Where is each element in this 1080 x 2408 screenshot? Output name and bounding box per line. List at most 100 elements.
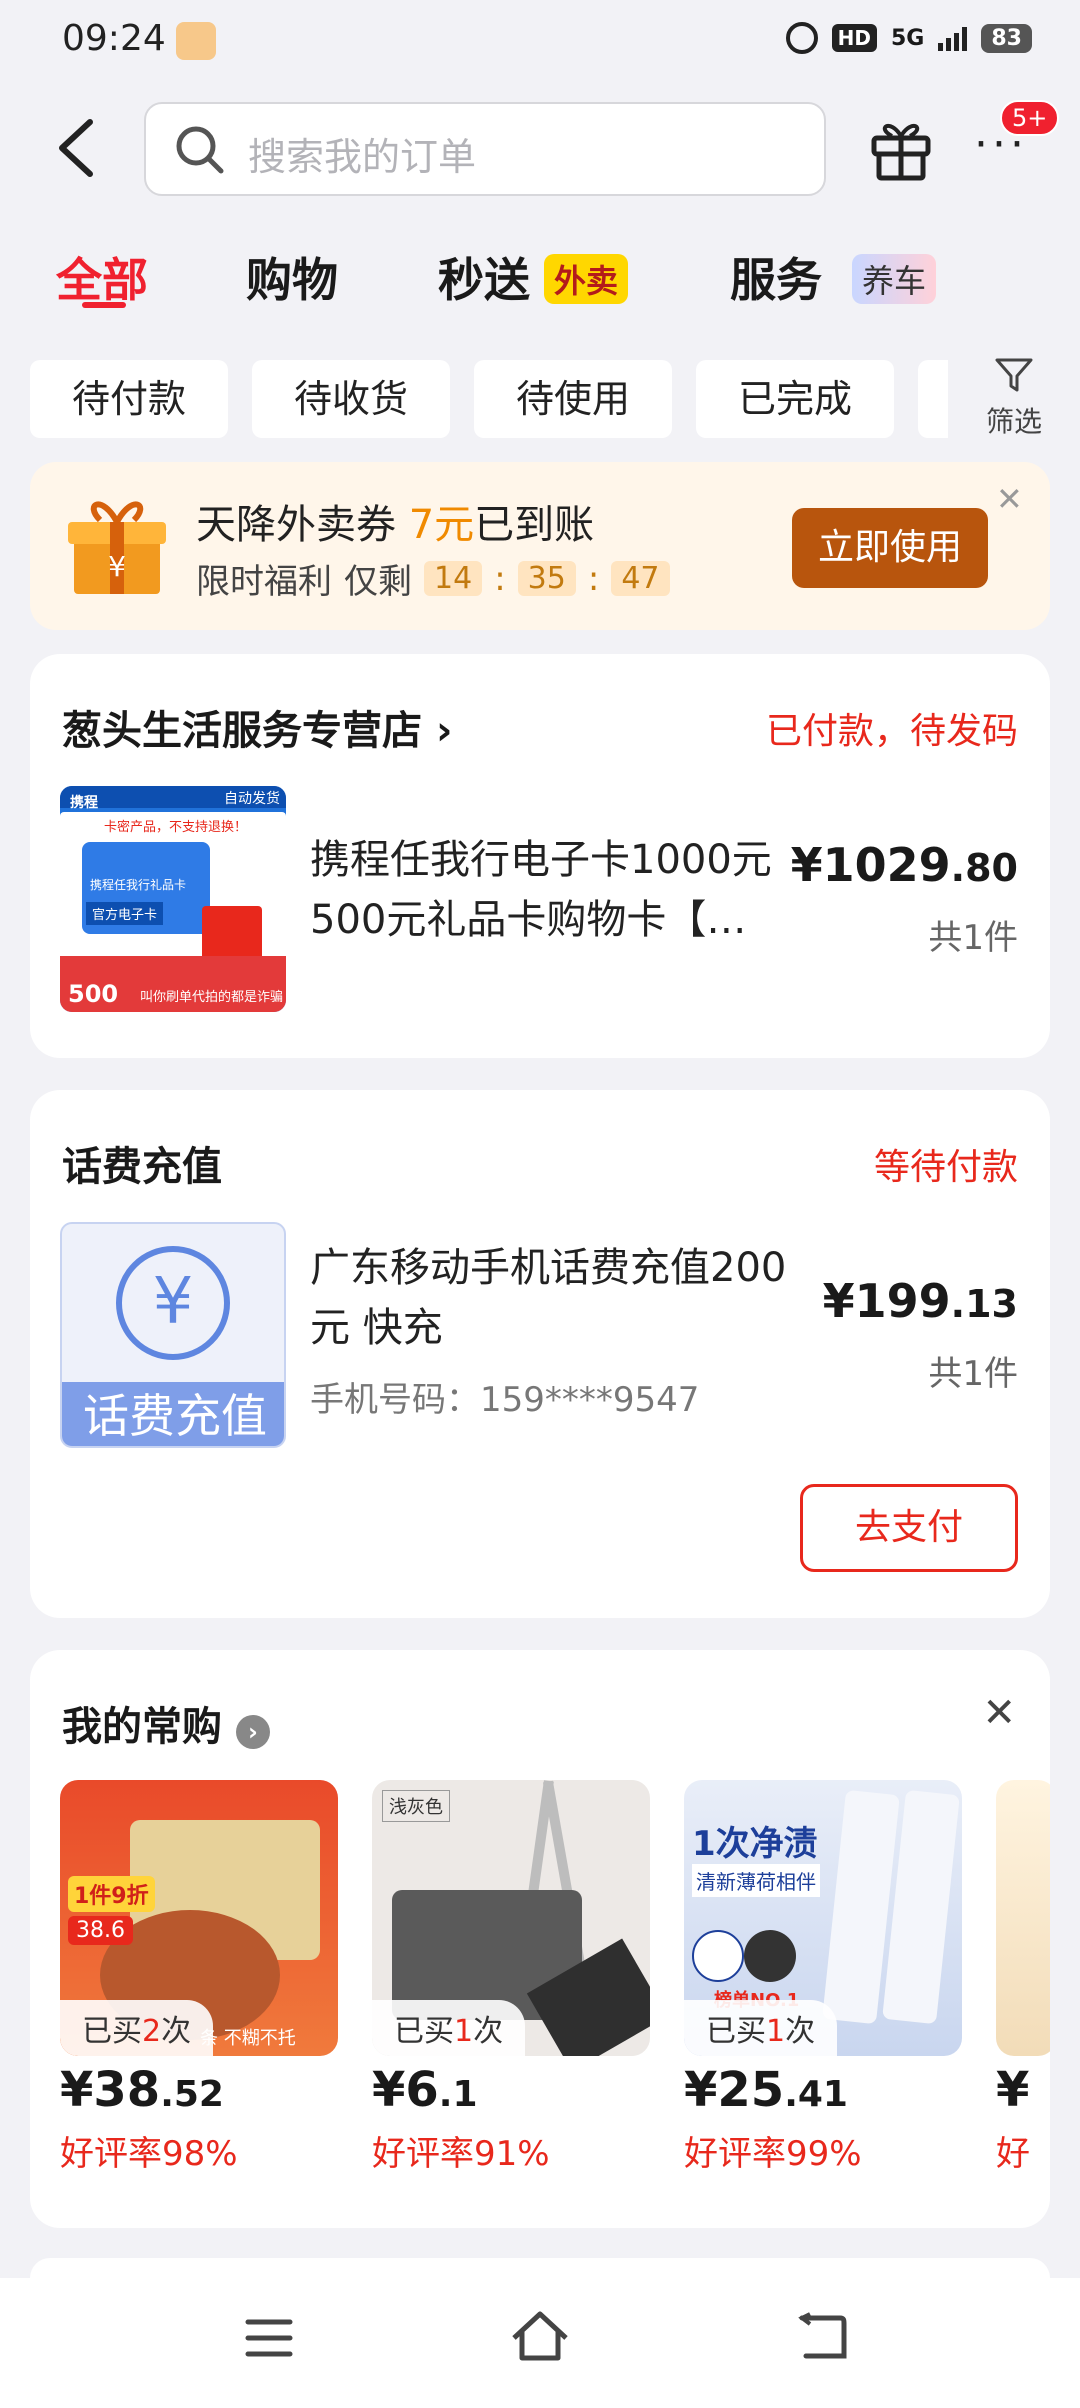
network-label: 5G bbox=[891, 25, 925, 51]
coupon-promo-banner: ¥ 天降外卖券 7元已到账 限时福利 仅剩 14: 35: 47 立即使用 ✕ bbox=[30, 462, 1050, 630]
order-status: 等待付款 bbox=[873, 1147, 1018, 1188]
frequent-purchases-card: 我的常购 › ✕ 1件9折 38.6 条 不糊不托 已买2次 ¥38.52 好评… bbox=[30, 1650, 1050, 2228]
product-thumbnail[interactable]: 自动发货 携程 卡密产品，不支持退换！ 携程任我行礼品卡 官方电子卡 500 叫… bbox=[60, 786, 286, 1012]
thumb-notice: 卡密产品，不支持退换！ bbox=[104, 820, 248, 835]
home-icon[interactable] bbox=[508, 2308, 572, 2364]
order-price: ¥1029.80 bbox=[790, 838, 1018, 892]
tab-delivery[interactable]: 秒送 bbox=[438, 244, 530, 310]
thumb-value: 500 bbox=[68, 980, 119, 1008]
back-nav-icon[interactable] bbox=[796, 2312, 850, 2362]
alarm-icon bbox=[785, 22, 818, 54]
status-icons: HD 5G 83 bbox=[785, 22, 1032, 54]
frequent-item-partial[interactable]: ¥ 好 bbox=[996, 1780, 1050, 2175]
tab-service[interactable]: 服务 bbox=[730, 244, 822, 310]
tab-delivery-tag: 外卖 bbox=[544, 254, 629, 304]
tab-shopping[interactable]: 购物 bbox=[246, 244, 338, 310]
item-rating-partial: 好 bbox=[996, 2134, 1030, 2174]
product-title[interactable]: 携程任我行电子卡1000元500元礼品卡购物卡【… bbox=[310, 830, 810, 950]
close-promo-icon[interactable]: ✕ bbox=[996, 480, 1023, 518]
promo-remain-label: 仅剩 bbox=[344, 562, 412, 602]
color-tag: 浅灰色 bbox=[382, 1790, 450, 1822]
order-price: ¥199.13 bbox=[822, 1274, 1018, 1328]
filter-pending-receipt[interactable]: 待收货 bbox=[252, 360, 450, 438]
promo-title-suffix: 已到账 bbox=[474, 502, 595, 548]
close-icon[interactable]: ✕ bbox=[982, 1690, 1016, 1736]
filter-button[interactable]: 筛选 bbox=[964, 350, 1064, 450]
bought-count: 已买2次 bbox=[60, 2000, 214, 2056]
section-title: 我的常购 › bbox=[62, 1694, 270, 1752]
countdown-seconds: 47 bbox=[611, 561, 670, 596]
promo-amount: 7元 bbox=[408, 502, 475, 548]
battery-icon: 83 bbox=[981, 23, 1032, 53]
tab-all[interactable]: 全部 bbox=[56, 244, 148, 310]
yuan-icon: ¥ bbox=[116, 1246, 230, 1360]
countdown-minutes: 35 bbox=[517, 561, 576, 596]
more-icon[interactable]: ··· bbox=[974, 123, 1028, 167]
filter-completed[interactable]: 已完成 bbox=[696, 360, 894, 438]
menu-icon[interactable] bbox=[244, 2316, 294, 2360]
gift-icon[interactable] bbox=[870, 114, 932, 182]
countdown-hours: 14 bbox=[424, 561, 483, 596]
hd-icon: HD bbox=[831, 24, 877, 52]
frequent-item[interactable]: 1件9折 38.6 条 不糊不托 已买2次 ¥38.52 好评率98% bbox=[60, 1780, 338, 2175]
product-image[interactable]: 1件9折 38.6 条 不糊不托 已买2次 bbox=[60, 1780, 338, 2056]
bought-count: 已买1次 bbox=[684, 2000, 838, 2056]
status-time: 09:24 bbox=[62, 18, 166, 59]
use-now-button[interactable]: 立即使用 bbox=[792, 508, 988, 588]
item-price: ¥25.41 bbox=[684, 2062, 848, 2118]
system-nav-bar bbox=[0, 2278, 1080, 2408]
filter-more-chip[interactable] bbox=[918, 360, 948, 438]
frequent-item[interactable]: 浅灰色 已买1次 ¥6.1 好评率91% bbox=[372, 1780, 650, 2175]
search-placeholder: 搜索我的订单 bbox=[248, 135, 477, 179]
notification-badge: 5+ bbox=[1000, 100, 1060, 136]
product-title[interactable]: 广东移动手机话费充值200元 快充 bbox=[310, 1238, 810, 1358]
info-icon[interactable]: › bbox=[235, 1715, 270, 1749]
order-status: 已付款，待发码 bbox=[765, 711, 1018, 752]
filter-label: 筛选 bbox=[985, 405, 1042, 438]
chevron-right-icon: › bbox=[435, 708, 453, 754]
bought-count: 已买1次 bbox=[372, 2000, 526, 2056]
product-image[interactable]: 1次净渍 清新薄荷相伴 榜单NO.1 已买1次 bbox=[684, 1780, 962, 2056]
item-rating: 好评率98% bbox=[60, 2134, 238, 2174]
search-input[interactable]: 搜索我的订单 bbox=[144, 102, 826, 196]
promo-title: 天降外卖券 bbox=[196, 502, 396, 548]
svg-text:¥: ¥ bbox=[108, 550, 126, 583]
gift-box-icon: ¥ bbox=[68, 501, 166, 594]
product-image[interactable]: 浅灰色 已买1次 bbox=[372, 1780, 650, 2056]
search-icon bbox=[176, 126, 224, 174]
shop-name: 话费充值 bbox=[62, 1144, 222, 1190]
frequent-item[interactable]: 1次净渍 清新薄荷相伴 榜单NO.1 已买1次 ¥25.41 好评率99% bbox=[684, 1780, 962, 2175]
img-caption: 条 不糊不托 bbox=[200, 2028, 296, 2049]
pay-button[interactable]: 去支付 bbox=[800, 1484, 1018, 1572]
thumb-label: 官方电子卡 bbox=[86, 902, 164, 925]
product-thumbnail[interactable]: ¥ 话费充值 bbox=[60, 1222, 286, 1448]
promo-subtitle: 限时福利 bbox=[196, 562, 332, 602]
status-filters: 待付款 待收货 待使用 已完成 bbox=[0, 350, 1080, 440]
signal-icon bbox=[938, 25, 968, 51]
active-tab-indicator bbox=[82, 302, 126, 308]
img-price: 38.6 bbox=[68, 1916, 133, 1945]
status-bar: 09:24 HD 5G 83 bbox=[0, 0, 1080, 84]
tab-service-tag: 养车 bbox=[852, 254, 937, 304]
product-image[interactable] bbox=[996, 1780, 1050, 2056]
app-notification-icon bbox=[176, 22, 216, 60]
filter-pending-use[interactable]: 待使用 bbox=[474, 360, 672, 438]
order-card[interactable]: 葱头生活服务专营店 › 已付款，待发码 自动发货 携程 卡密产品，不支持退换！ … bbox=[30, 654, 1050, 1058]
thumb-card-name: 携程任我行礼品卡 bbox=[90, 878, 187, 892]
filter-icon bbox=[995, 358, 1033, 392]
shop-name[interactable]: 葱头生活服务专营店 › bbox=[62, 698, 452, 756]
thumb-tag: 自动发货 bbox=[224, 791, 280, 807]
item-rating: 好评率99% bbox=[684, 2134, 862, 2174]
phone-number: 手机号码：159****9547 bbox=[310, 1380, 700, 1420]
img-headline: 1次净渍 bbox=[692, 1824, 818, 1864]
item-price-partial: ¥ bbox=[996, 2062, 1030, 2118]
order-quantity: 共1件 bbox=[928, 1354, 1018, 1394]
img-sub: 清新薄荷相伴 bbox=[692, 1864, 820, 1897]
order-quantity: 共1件 bbox=[928, 918, 1018, 958]
order-tabs: 全部 购物 秒送 外卖 服务 养车 bbox=[0, 236, 1080, 316]
discount-badge: 1件9折 bbox=[68, 1876, 155, 1912]
promo-countdown-row: 限时福利 仅剩 14: 35: 47 bbox=[196, 554, 670, 603]
filter-pending-payment[interactable]: 待付款 bbox=[30, 360, 228, 438]
back-button[interactable] bbox=[52, 118, 100, 178]
order-card[interactable]: 话费充值 等待付款 ¥ 话费充值 广东移动手机话费充值200元 快充 手机号码：… bbox=[30, 1090, 1050, 1618]
